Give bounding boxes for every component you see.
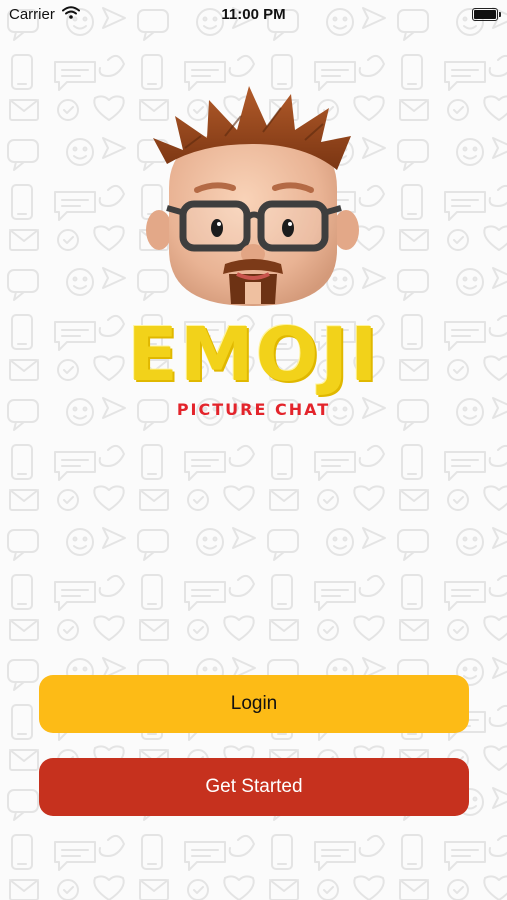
clock: 11:00 PM — [221, 6, 286, 23]
avatar-emoji-icon — [146, 86, 359, 306]
get-started-button[interactable]: Get Started — [39, 758, 469, 816]
status-bar: Carrier 11:00 PM — [0, 0, 507, 30]
logo-subtitle: Picture Chat — [176, 400, 331, 419]
login-button[interactable]: Login — [39, 675, 469, 733]
logo-title: EMOJI — [127, 312, 380, 398]
battery-icon — [472, 8, 501, 21]
